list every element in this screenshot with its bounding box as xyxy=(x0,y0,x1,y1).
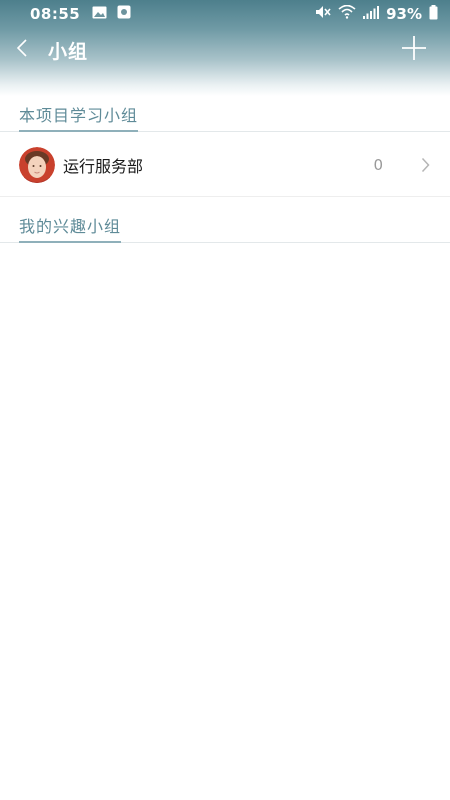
battery-icon xyxy=(429,4,438,24)
back-button[interactable] xyxy=(2,28,42,72)
avatar-icon xyxy=(19,146,55,183)
status-bar: 08:55 93% xyxy=(0,0,450,28)
section-title: 我的兴趣小组 xyxy=(19,213,122,243)
section-interest-groups: 我的兴趣小组 xyxy=(0,209,450,243)
status-time: 08:55 xyxy=(30,5,81,23)
section-project-groups: 本项目学习小组 xyxy=(0,98,450,132)
chevron-right-icon xyxy=(421,157,430,173)
wifi-icon xyxy=(338,4,356,23)
mute-icon xyxy=(315,5,331,23)
back-chevron-icon xyxy=(16,38,28,62)
group-member-count: 0 xyxy=(373,155,383,174)
signal-icon xyxy=(363,5,380,23)
group-name: 运行服务部 xyxy=(63,156,144,176)
gallery-icon xyxy=(92,5,107,23)
screen-record-icon xyxy=(117,5,131,23)
title-bar: 小组 xyxy=(0,28,450,72)
plus-icon xyxy=(401,35,427,65)
battery-percent: 93% xyxy=(386,5,422,23)
section-title: 本项目学习小组 xyxy=(19,102,139,132)
group-row[interactable]: 运行服务部 0 xyxy=(0,133,450,197)
add-group-button[interactable] xyxy=(392,28,436,72)
page-title: 小组 xyxy=(48,40,89,63)
